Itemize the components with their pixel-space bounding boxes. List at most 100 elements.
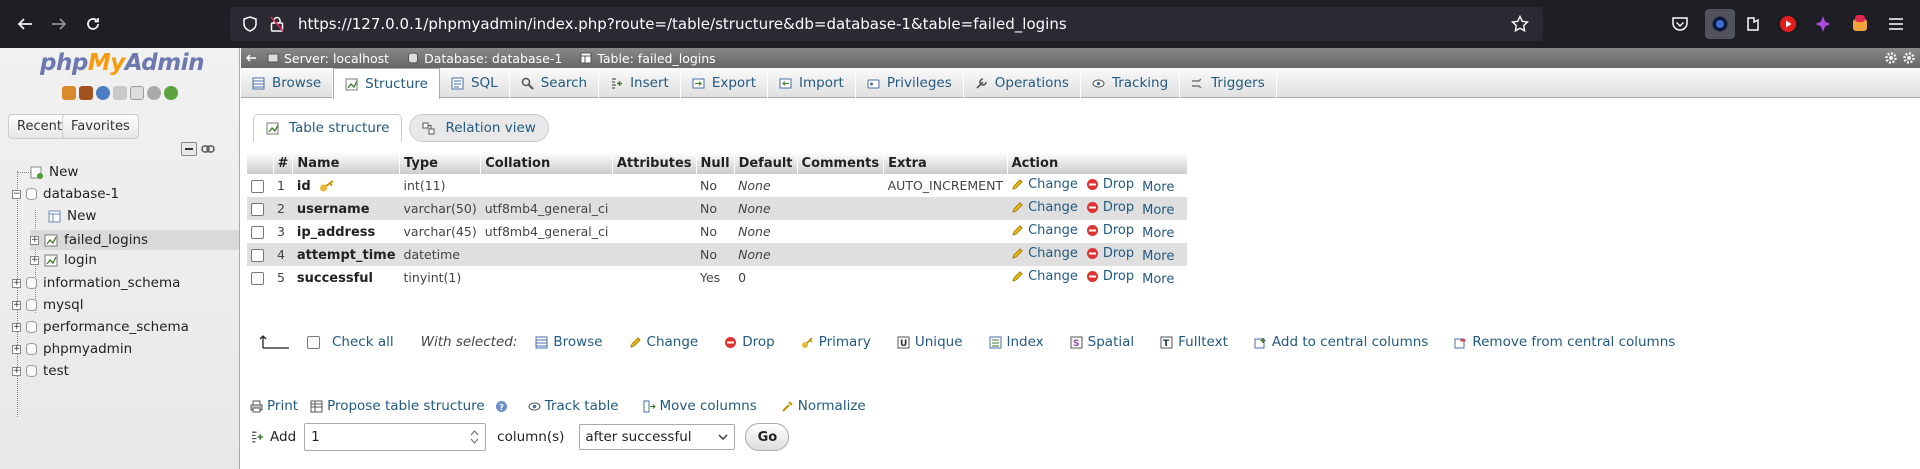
more-link[interactable]: More — [1142, 272, 1174, 287]
expand-icon[interactable]: + — [12, 322, 21, 332]
link-icon[interactable] — [200, 142, 216, 156]
bulk-index[interactable]: Index — [989, 334, 1044, 350]
bulk-fulltext[interactable]: T Fulltext — [1160, 334, 1228, 350]
bulk-unique[interactable]: U Unique — [897, 334, 963, 350]
tab-export[interactable]: Export — [681, 68, 769, 98]
tree-item-test[interactable]: + test — [12, 363, 69, 379]
header-name[interactable]: Name — [292, 152, 401, 174]
pocket-icon[interactable] — [1669, 13, 1691, 35]
propose-structure-link[interactable]: Propose table structure — [310, 398, 485, 414]
expand-icon[interactable]: + — [12, 366, 21, 376]
header-attributes[interactable]: Attributes — [612, 152, 697, 174]
tree-item-information-schema[interactable]: + information_schema — [12, 275, 180, 291]
go-button[interactable]: Go — [745, 423, 790, 451]
bulk-drop[interactable]: Drop — [724, 334, 775, 350]
help-icon[interactable]: ? — [495, 400, 508, 413]
lock-icon[interactable] — [270, 16, 284, 32]
row-checkbox[interactable] — [251, 226, 264, 239]
shield-icon[interactable] — [242, 16, 258, 32]
favorites-tab[interactable]: Favorites — [62, 114, 139, 139]
more-link[interactable]: More — [1142, 203, 1174, 218]
tree-item-failed-logins[interactable]: + failed_logins — [30, 230, 239, 250]
header-extra[interactable]: Extra — [883, 152, 1008, 174]
tab-search[interactable]: Search — [510, 68, 600, 98]
phpmyadmin-logo[interactable]: phpMyAdmin — [40, 50, 204, 76]
tab-privileges[interactable]: Privileges — [856, 68, 964, 98]
expand-icon[interactable]: + — [30, 235, 39, 245]
header-collation[interactable]: Collation — [480, 152, 613, 174]
forward-arrow-icon[interactable] — [48, 13, 70, 35]
expand-icon[interactable]: + — [30, 255, 39, 265]
check-all-link[interactable]: Check all — [332, 334, 394, 350]
youtube-icon[interactable] — [1777, 13, 1799, 35]
bulk-change[interactable]: Change — [629, 334, 698, 350]
column-position-select[interactable]: after successful — [579, 424, 736, 450]
row-checkbox[interactable] — [251, 272, 264, 285]
reload-nav-icon[interactable] — [164, 86, 178, 100]
subtab-relation-view[interactable]: Relation view — [409, 114, 549, 142]
tree-item-performance-schema[interactable]: + performance_schema — [12, 319, 189, 335]
expand-icon[interactable]: + — [12, 278, 21, 288]
menu-icon[interactable] — [1885, 13, 1907, 35]
extension-purple-icon[interactable] — [1812, 13, 1834, 35]
sql-docs-icon[interactable] — [130, 86, 144, 100]
home-icon[interactable] — [62, 86, 76, 100]
bulk-remove-central[interactable]: Remove from central columns — [1454, 334, 1675, 350]
extensions-icon[interactable] — [1742, 13, 1764, 35]
drop-link[interactable]: Drop — [1086, 177, 1134, 192]
row-checkbox[interactable] — [251, 180, 264, 193]
tree-item-new-table[interactable]: New — [48, 208, 96, 224]
tree-item-mysql[interactable]: + mysql — [12, 297, 84, 313]
more-link[interactable]: More — [1142, 180, 1174, 195]
check-all-checkbox[interactable] — [307, 335, 320, 349]
url-text[interactable]: https://127.0.0.1/phpmyadmin/index.php?r… — [298, 15, 1067, 33]
track-table-link[interactable]: Track table — [528, 398, 619, 414]
tree-item-database-1[interactable]: − database-1 — [12, 186, 119, 202]
tab-triggers[interactable]: Triggers — [1180, 68, 1277, 98]
tree-item-phpmyadmin[interactable]: + phpmyadmin — [12, 341, 132, 357]
header-default[interactable]: Default — [734, 152, 798, 174]
tab-operations[interactable]: Operations — [964, 68, 1081, 98]
breadcrumb-server[interactable]: Server: localhost — [267, 51, 389, 66]
tab-browse[interactable]: Browse — [241, 68, 334, 98]
change-link[interactable]: Change — [1011, 223, 1078, 238]
tab-import[interactable]: Import — [768, 68, 856, 98]
more-link[interactable]: More — [1142, 249, 1174, 264]
reload-icon[interactable] — [82, 13, 104, 35]
star-icon[interactable] — [1511, 15, 1529, 33]
header-comments[interactable]: Comments — [797, 152, 885, 174]
column-count-input[interactable]: 1 — [304, 423, 487, 451]
bulk-spatial[interactable]: S Spatial — [1070, 334, 1134, 350]
help-icon[interactable] — [96, 86, 110, 100]
drop-link[interactable]: Drop — [1086, 269, 1134, 284]
tab-tracking[interactable]: Tracking — [1081, 68, 1181, 98]
breadcrumb-table[interactable]: Table: failed_logins — [580, 51, 716, 66]
row-checkbox[interactable] — [251, 203, 264, 216]
normalize-link[interactable]: Normalize — [781, 398, 866, 414]
logout-icon[interactable] — [79, 86, 93, 100]
collapse-all-icon[interactable] — [181, 142, 197, 156]
bulk-add-central[interactable]: Add to central columns — [1254, 334, 1428, 350]
breadcrumb-database[interactable]: Database: database-1 — [407, 51, 562, 66]
tab-insert[interactable]: Insert — [599, 68, 681, 98]
expand-icon[interactable]: + — [12, 344, 21, 354]
drop-link[interactable]: Drop — [1086, 200, 1134, 215]
tab-structure[interactable]: Structure — [333, 68, 440, 99]
back-arrow-icon[interactable] — [14, 13, 36, 35]
collapse-icon[interactable]: − — [12, 189, 21, 199]
header-type[interactable]: Type — [399, 152, 482, 174]
drop-link[interactable]: Drop — [1086, 246, 1134, 261]
account-icon[interactable] — [1705, 9, 1735, 39]
print-link[interactable]: Print — [250, 398, 298, 414]
row-checkbox[interactable] — [251, 249, 264, 262]
address-bar[interactable]: https://127.0.0.1/phpmyadmin/index.php?r… — [230, 7, 1543, 41]
bulk-browse[interactable]: Browse — [535, 334, 603, 350]
change-link[interactable]: Change — [1011, 200, 1078, 215]
settings-icon[interactable] — [147, 86, 161, 100]
tree-item-new-root[interactable]: New — [30, 164, 78, 180]
more-link[interactable]: More — [1142, 226, 1174, 241]
change-link[interactable]: Change — [1011, 177, 1078, 192]
change-link[interactable]: Change — [1011, 269, 1078, 284]
tab-sql[interactable]: SQL — [440, 68, 510, 98]
header-null[interactable]: Null — [696, 152, 735, 174]
